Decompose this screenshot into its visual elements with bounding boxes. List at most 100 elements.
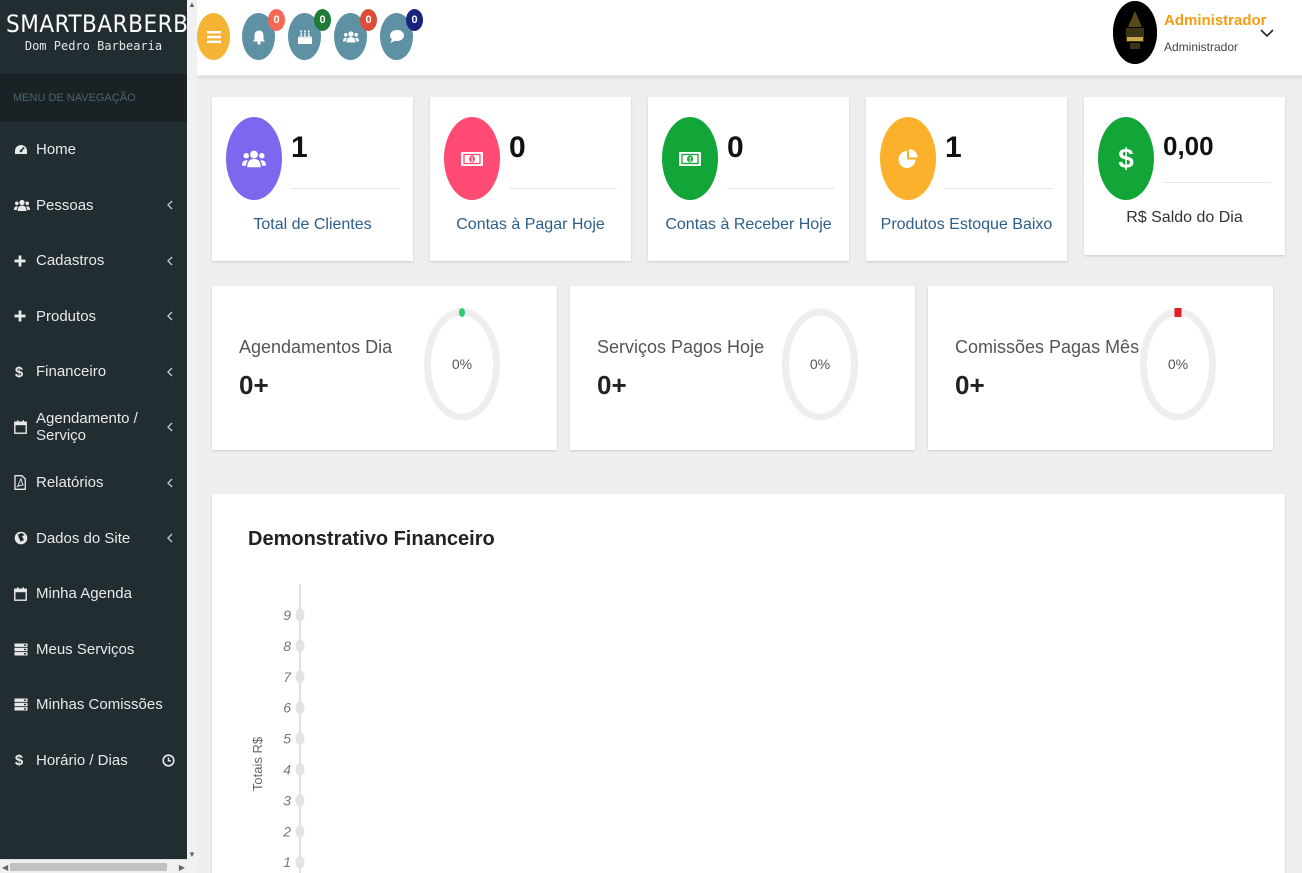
sidebar-item-label: Home (36, 141, 77, 159)
sidebar-item-pessoas[interactable]: Pessoas (0, 178, 187, 234)
server-icon (14, 698, 36, 711)
chevron-left-icon (167, 533, 173, 543)
sidebar-item-minha-agenda[interactable]: Minha Agenda (0, 566, 187, 622)
sidebar-item-horario-dias[interactable]: $ Horário / Dias (0, 733, 187, 789)
y-tick-marker (295, 608, 305, 622)
horizontal-scrollbar[interactable]: ◀ ▶ (0, 859, 187, 873)
stat-label-link[interactable]: Produtos Estoque Baixo (866, 216, 1067, 234)
svg-text:$: $ (15, 752, 24, 768)
bell-notification-button[interactable]: 0 (242, 9, 285, 60)
sidebar-item-home[interactable]: Home (0, 122, 187, 178)
scrollbar-thumb[interactable] (10, 863, 167, 871)
user-role: Administrador (1164, 40, 1239, 54)
notification-badge: 0 (314, 9, 331, 31)
chevron-down-icon[interactable] (1260, 28, 1274, 38)
chevron-left-icon (167, 311, 173, 321)
dollar-icon: $ (14, 752, 36, 768)
stat-icon-circle (226, 117, 282, 200)
y-tick-marker (295, 763, 305, 776)
scroll-right-icon[interactable]: ▶ (179, 863, 185, 872)
sidebar-item-minhas-comissoes[interactable]: Minhas Comissões (0, 677, 187, 733)
birthday-cake-icon (297, 29, 313, 45)
donut-chart: 0% (780, 306, 860, 423)
comment-notification-button[interactable]: 0 (380, 9, 423, 60)
donut-value: 0+ (597, 370, 627, 400)
sidebar-item-agendamento-servico[interactable]: Agendamento / Serviço (0, 400, 187, 456)
stat-label-link[interactable]: Contas à Receber Hoje (648, 216, 849, 234)
sidebar-item-cadastros[interactable]: Cadastros (0, 233, 187, 289)
donut-marker (1174, 308, 1182, 317)
server-icon (14, 643, 36, 656)
birthday-cake-notification-button[interactable]: 0 (288, 9, 331, 60)
topbar-shadow (197, 76, 1302, 80)
scroll-down-icon[interactable]: ▼ (188, 850, 196, 859)
stat-label-link[interactable]: Contas à Pagar Hoje (430, 216, 631, 234)
stat-label-link[interactable]: Total de Clientes (212, 216, 413, 234)
scroll-up-icon[interactable]: ▲ (188, 0, 196, 9)
stat-value: 1 (291, 131, 308, 164)
donut-marker (459, 308, 465, 317)
chevron-left-icon (167, 422, 173, 432)
stat-icon-circle (880, 117, 936, 200)
sidebar-item-produtos[interactable]: Produtos (0, 289, 187, 345)
stat-icon-circle: 1 (662, 117, 718, 200)
sidebar: SMARTBARBERBR Dom Pedro Barbearia MENU D… (0, 0, 187, 873)
sidebar-item-dados-do-site[interactable]: Dados do Site (0, 511, 187, 567)
y-tick-marker (295, 732, 305, 746)
money-icon: 1 (678, 150, 702, 168)
y-tick-marker (295, 670, 305, 684)
y-tick-marker (295, 701, 305, 715)
barbershop-logo (1113, 1, 1157, 64)
stat-card-r-saldo-do-dia[interactable]: $0,00 R$ Saldo do Dia (1084, 97, 1285, 255)
stat-icon-circle: 1 (444, 117, 500, 200)
financial-chart: 9 8 7 6 5 4 3 2 1 Totais R$ (250, 584, 305, 873)
calendar-icon (14, 587, 36, 601)
stat-card-total-de-clientes[interactable]: 1 Total de Clientes (212, 97, 413, 261)
donut-title: Serviços Pagos Hoje (597, 337, 765, 357)
sidebar-item-financeiro[interactable]: $ Financeiro (0, 344, 187, 400)
stat-card-contas-a-receber-hoje[interactable]: 1 0 Contas à Receber Hoje (648, 97, 849, 261)
sidebar-item-label: Dados do Site (36, 529, 131, 547)
pdf-icon (14, 475, 36, 491)
stat-card-produtos-estoque-baixo[interactable]: 1 Produtos Estoque Baixo (866, 97, 1067, 261)
user-menu[interactable]: Administrador Administrador (1102, 0, 1302, 76)
clock-icon (162, 754, 175, 767)
user-name[interactable]: Administrador (1164, 12, 1267, 29)
menu-toggle-button[interactable] (197, 13, 230, 60)
chevron-left-icon (167, 367, 173, 377)
nav-header: MENU DE NAVEGAÇÃO (0, 74, 187, 122)
y-tick-marker (295, 824, 305, 838)
y-tick-marker (295, 639, 305, 653)
sidebar-item-meus-servicos[interactable]: Meus Serviços (0, 622, 187, 678)
users-notification-button[interactable]: 0 (334, 9, 377, 60)
chevron-left-icon (167, 200, 173, 210)
donut-card-agendamentos-dia: Agendamentos Dia 0+ 0% (212, 286, 557, 450)
avatar[interactable] (1113, 1, 1157, 64)
pie-chart-icon (897, 148, 919, 170)
globe-icon (14, 531, 36, 545)
divider (509, 188, 617, 189)
y-tick-label: 3 (283, 792, 291, 808)
donut-chart: 0% (1138, 306, 1218, 423)
scroll-left-icon[interactable]: ◀ (2, 863, 8, 872)
svg-text:$: $ (1118, 145, 1134, 173)
plus-icon (14, 255, 36, 267)
donut-title: Agendamentos Dia (239, 337, 393, 357)
donut-percent: 0% (1167, 356, 1189, 372)
y-tick-label: 7 (283, 669, 292, 685)
divider (727, 188, 835, 189)
divider (945, 188, 1053, 189)
sidebar-vertical-scrollbar[interactable]: ▲ ▼ (187, 0, 197, 873)
stat-card-contas-a-pagar-hoje[interactable]: 1 0 Contas à Pagar Hoje (430, 97, 631, 261)
sidebar-nav: Home Pessoas Cadastros Produtos $ Financeiro A… (0, 122, 187, 788)
chevron-left-icon (167, 478, 173, 488)
dashboard-icon (14, 144, 36, 156)
y-axis-label: Totais R$ (250, 736, 265, 791)
y-tick-marker (295, 793, 305, 807)
y-tick-marker (295, 855, 305, 869)
sidebar-item-label: Agendamento / Serviço (36, 410, 138, 445)
sidebar-item-label: Financeiro (36, 363, 107, 381)
sidebar-item-relatorios[interactable]: Relatórios (0, 455, 187, 511)
brand[interactable]: SMARTBARBERBR Dom Pedro Barbearia (0, 0, 187, 74)
donut-title: Comissões Pagas Mês (955, 337, 1140, 357)
